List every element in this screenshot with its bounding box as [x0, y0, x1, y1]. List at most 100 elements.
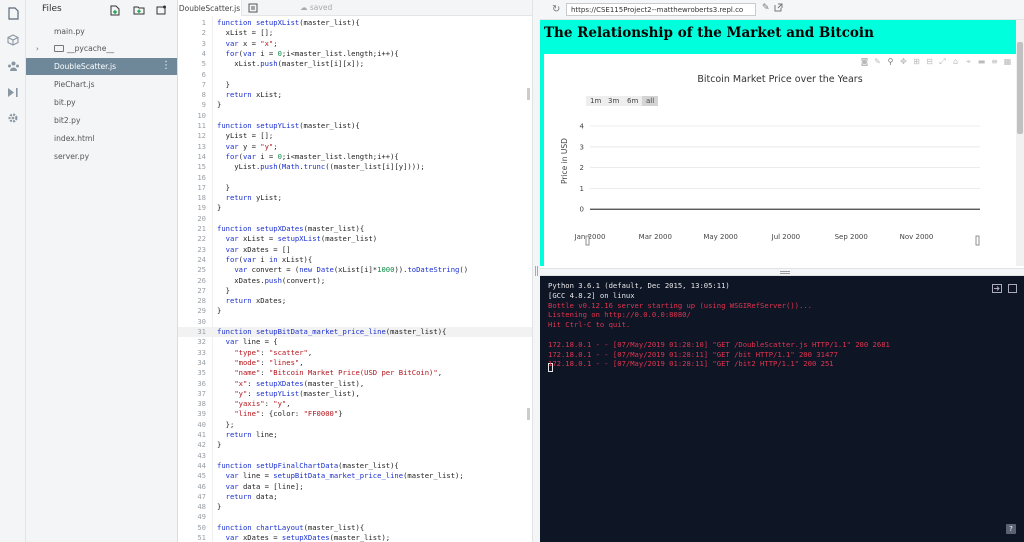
drag-handle-icon[interactable] — [535, 266, 538, 276]
code-line[interactable]: 4 for(var i = 0;i<master_list.length;i++… — [178, 49, 532, 59]
x-tick-label: Mar 2000 — [639, 233, 672, 241]
code-line[interactable]: 30 — [178, 317, 532, 327]
code-text: for(var i = 0;i<master_list.length;i++){ — [225, 48, 399, 58]
code-line[interactable]: 15 yList.push(Math.trunc((master_list[i]… — [178, 162, 532, 172]
clear-console-icon[interactable] — [992, 284, 1002, 293]
code-line[interactable]: 34 "mode": "lines", — [178, 358, 532, 368]
code-line[interactable]: 7 } — [178, 80, 532, 90]
code-line[interactable]: 28 return xDates; — [178, 296, 532, 306]
console-line: Python 3.6.1 (default, Dec 2015, 13:05:1… — [548, 281, 730, 290]
code-line[interactable]: 16 — [178, 173, 532, 183]
code-line[interactable]: 41 return line; — [178, 430, 532, 440]
code-line[interactable]: 44 function setUpFinalChartData(master_li… — [178, 461, 532, 471]
code-line[interactable]: 24 for(var i in xList){ — [178, 255, 532, 265]
code-line[interactable]: 14 for(var i = 0;i<master_list.length;i+… — [178, 152, 532, 162]
code-line[interactable]: 8 return xList; — [178, 90, 532, 100]
line-number: 39 — [197, 409, 206, 419]
x-tick-label: Nov 2000 — [900, 233, 934, 241]
code-line[interactable]: 45 var line = setupBitData_market_price_… — [178, 471, 532, 481]
code-line[interactable]: 39 "line": {color: "FF0000"} — [178, 409, 532, 419]
code-line[interactable]: 42} — [178, 440, 532, 450]
code-line[interactable]: 23 var xDates = [] — [178, 245, 532, 255]
chevron-right-icon[interactable]: › — [36, 45, 39, 53]
file-item-server-py[interactable]: server.py — [26, 148, 177, 165]
code-line[interactable]: 29} — [178, 306, 532, 316]
code-line[interactable]: 38 "yaxis": "y", — [178, 399, 532, 409]
folder-item-pycache[interactable]: › __pycache__ — [26, 40, 177, 57]
multiplayer-icon[interactable] — [6, 59, 20, 73]
file-item-piechart-js[interactable]: PieChart.js — [26, 76, 177, 93]
code-text: "x": setupXDates(master_list), — [234, 378, 365, 388]
console-panel[interactable]: ? Python 3.6.1 (default, Dec 2015, 13:05… — [540, 276, 1024, 542]
page-scrollbar[interactable] — [1016, 20, 1024, 266]
code-line[interactable]: 31 function setupBitData_market_price_lin… — [178, 327, 532, 338]
code-line[interactable]: 17 } — [178, 183, 532, 193]
code-text: yList = []; — [217, 131, 274, 141]
help-button[interactable]: ? — [1006, 524, 1016, 534]
code-line[interactable]: 21 function setupXDates(master_list){ — [178, 224, 532, 234]
file-settings-icon[interactable] — [248, 3, 258, 13]
code-line[interactable]: 26 xDates.push(convert); — [178, 276, 532, 286]
code-line[interactable]: 6 — [178, 70, 532, 80]
file-item-bit-py[interactable]: bit.py — [26, 94, 177, 111]
files-icon[interactable] — [6, 6, 20, 20]
code-line[interactable]: 32 var line = { — [178, 337, 532, 347]
code-line[interactable]: 25 var convert = (new Date(xList[i]*1000… — [178, 265, 532, 275]
code-line[interactable]: 12 yList = []; — [178, 131, 532, 141]
line-number: 18 — [197, 193, 206, 203]
scrollbar-thumb[interactable] — [1017, 42, 1023, 134]
code-line[interactable]: 13 var y = "y"; — [178, 142, 532, 152]
code-line[interactable]: 9} — [178, 100, 532, 110]
code-line[interactable]: 20 — [178, 214, 532, 224]
code-line[interactable]: 49 — [178, 512, 532, 522]
drag-handle-icon[interactable] — [780, 271, 790, 274]
code-line[interactable]: 46 var data = [line]; — [178, 482, 532, 492]
code-line[interactable]: 11 function setupYList(master_list){ — [178, 121, 532, 131]
line-number: 25 — [197, 265, 206, 275]
debugger-icon[interactable] — [6, 85, 20, 99]
code-line[interactable]: 19} — [178, 203, 532, 213]
tab-doublescatter-js[interactable]: DoubleScatter.js — [178, 0, 242, 16]
file-item-index-html[interactable]: index.html — [26, 130, 177, 147]
code-line[interactable]: 36 "x": setupXDates(master_list), — [178, 379, 532, 389]
add-folder-button[interactable] — [132, 3, 146, 17]
more-options-icon[interactable] — [154, 3, 168, 17]
code-line[interactable]: 1 function setupXList(master_list){ — [178, 18, 532, 28]
code-text: var xList = setupXList(master_list) — [225, 234, 378, 244]
code-text: var data = [line]; — [225, 481, 304, 491]
y-tick-label: 0 — [580, 206, 584, 214]
code-line[interactable]: 10 — [178, 111, 532, 121]
code-line[interactable]: 40 }; — [178, 420, 532, 430]
code-area[interactable]: 1 function setupXList(master_list){2 xLis… — [178, 16, 532, 542]
reload-icon[interactable]: ↻ — [552, 4, 560, 15]
code-text: }; — [217, 419, 235, 429]
code-line[interactable]: 35 "name": "Bitcoin Market Price(USD per… — [178, 368, 532, 378]
code-line[interactable]: 33 "type": "scatter", — [178, 348, 532, 358]
code-line[interactable]: 22 var xList = setupXList(master_list) — [178, 234, 532, 244]
edit-pencil-icon[interactable]: ✎ — [762, 3, 770, 13]
horizontal-splitter[interactable] — [540, 268, 1024, 276]
code-line[interactable]: 47 return data; — [178, 492, 532, 502]
code-line[interactable]: 37 "y": setupYList(master_list), — [178, 389, 532, 399]
packages-icon[interactable] — [6, 33, 20, 47]
file-item-main-py[interactable]: main.py — [26, 23, 177, 40]
kebab-menu-icon[interactable]: ⋮ — [161, 60, 171, 72]
code-line[interactable]: 51 var xDates = setupXDates(master_list)… — [178, 533, 532, 542]
console-options-icon[interactable] — [1008, 284, 1018, 293]
code-line[interactable]: 3 var x = "x"; — [178, 39, 532, 49]
code-line[interactable]: 18 return yList; — [178, 193, 532, 203]
file-item-doublescatter-js[interactable]: DoubleScatter.js ⋮ — [26, 58, 177, 75]
code-line[interactable]: 50 function chartLayout(master_list){ — [178, 523, 532, 533]
code-line[interactable]: 43 — [178, 451, 532, 461]
url-input[interactable]: https://CSE115Project2--matthewroberts3.… — [566, 3, 756, 16]
vertical-splitter[interactable] — [532, 0, 540, 542]
add-file-button[interactable] — [108, 3, 122, 17]
code-line[interactable]: 5 xList.push(master_list[i][x]); — [178, 59, 532, 69]
scroll-marker — [527, 88, 530, 100]
file-item-bit2-py[interactable]: bit2.py — [26, 112, 177, 129]
settings-gear-icon[interactable] — [6, 111, 20, 125]
code-line[interactable]: 2 xList = []; — [178, 28, 532, 38]
code-line[interactable]: 48} — [178, 502, 532, 512]
open-external-icon[interactable] — [774, 3, 783, 15]
code-line[interactable]: 27 } — [178, 286, 532, 296]
